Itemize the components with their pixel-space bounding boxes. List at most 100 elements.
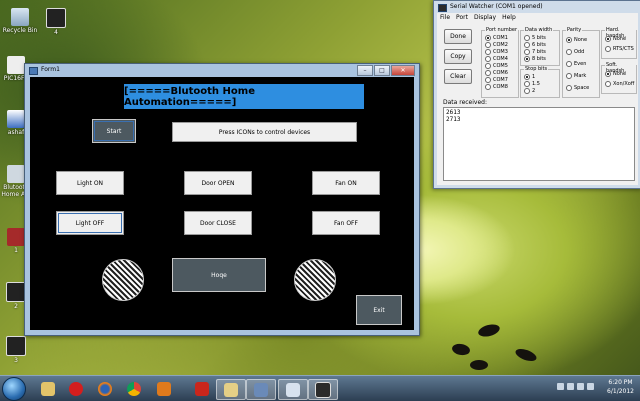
radio-icon	[485, 77, 491, 83]
radio-com3[interactable]: COM3	[485, 49, 508, 55]
exit-button[interactable]: Exit	[356, 295, 402, 325]
start-button[interactable]	[2, 377, 26, 401]
radio-parity-mark[interactable]: Mark	[566, 73, 586, 79]
media-player-icon	[157, 381, 171, 396]
light-off-button[interactable]: Light OFF	[56, 211, 124, 235]
radio-parity-even[interactable]: Even	[566, 61, 586, 67]
window-title: Form1	[41, 66, 60, 73]
taskbar-acrobat[interactable]	[188, 379, 216, 398]
radio-parity-none[interactable]: None	[566, 37, 587, 43]
taskbar-explorer[interactable]	[34, 379, 62, 398]
house-button[interactable]: Hoqe	[172, 258, 266, 292]
menu-port[interactable]: Port	[456, 13, 468, 22]
wallpaper-seed	[476, 322, 502, 339]
menu-file[interactable]: File	[440, 13, 450, 22]
radio-parity-space[interactable]: Space	[566, 85, 589, 91]
desktop-icon-label: 1	[14, 247, 18, 254]
radio-com5[interactable]: COM5	[485, 63, 508, 69]
desktop-icon-label: Recycle Bin	[2, 27, 38, 34]
radio-com4[interactable]: COM4	[485, 56, 508, 62]
radio-com1[interactable]: COM1	[485, 35, 508, 41]
taskbar-serial-watcher[interactable]	[308, 379, 338, 400]
radio-7bits[interactable]: 7 bits	[524, 49, 546, 55]
clock[interactable]: 6:20 PM 6/1/2012	[607, 378, 634, 396]
option-label: 1.5	[532, 81, 540, 87]
start-button[interactable]: Start	[92, 119, 136, 143]
desktop-icon-label: 3	[14, 357, 18, 364]
fan-off-button[interactable]: Fan OFF	[312, 211, 380, 235]
taskbar-chrome[interactable]	[120, 379, 148, 398]
radio-6bits[interactable]: 6 bits	[524, 42, 546, 48]
radio-soft-xonxoff[interactable]: Xon/Xoff	[605, 81, 634, 87]
wallpaper-seed	[451, 342, 471, 357]
data-line: 2613	[446, 109, 461, 116]
data-received-textbox[interactable]: 2613 2713	[443, 107, 635, 181]
radio-hard-rtscts[interactable]: RTS/CTS	[605, 46, 634, 52]
close-button[interactable]: ✕	[391, 65, 415, 76]
folder-icon	[7, 165, 25, 183]
radio-com2[interactable]: COM2	[485, 42, 508, 48]
option-label: COM2	[493, 42, 508, 48]
system-tray	[557, 383, 594, 390]
radio-icon	[524, 42, 530, 48]
option-label: Odd	[574, 49, 585, 55]
form-client-area: [=====Blutooth Home Automation=====] Sta…	[30, 77, 414, 330]
desktop-icon-4[interactable]: 4	[36, 8, 76, 36]
radio-selected-icon	[566, 37, 572, 43]
option-label: 5 bits	[532, 35, 546, 41]
radio-stop-1[interactable]: 1	[524, 74, 535, 80]
copy-button[interactable]: Copy	[444, 49, 472, 64]
radio-icon	[566, 73, 572, 79]
radio-soft-none[interactable]: None	[605, 71, 626, 77]
folder-icon	[41, 381, 55, 396]
radio-icon	[566, 49, 572, 55]
serial-titlebar[interactable]: Serial Watcher (COM1 opened)	[434, 1, 640, 13]
radio-com7[interactable]: COM7	[485, 77, 508, 83]
window-title: Serial Watcher (COM1 opened)	[450, 3, 543, 10]
taskbar-folder[interactable]	[216, 379, 246, 400]
radio-hard-none[interactable]: None	[605, 36, 626, 42]
radio-com6[interactable]: COM6	[485, 70, 508, 76]
hard-handshake-group: Hard. handsh. None RTS/CTS	[601, 27, 637, 59]
taskbar: 6:20 PM 6/1/2012	[0, 375, 640, 401]
menu-display[interactable]: Display	[474, 13, 496, 22]
desktop-icon-recycle-bin[interactable]: Recycle Bin	[0, 8, 40, 34]
option-label: COM8	[493, 84, 508, 90]
parity-group: Parity None Odd Even Mark Space	[562, 27, 600, 98]
form1-titlebar[interactable]: Form1 – □ ✕	[25, 64, 419, 76]
serial-app-icon	[438, 4, 447, 12]
app-banner: [=====Blutooth Home Automation=====]	[124, 84, 364, 109]
taskbar-opera[interactable]	[62, 379, 90, 398]
door-close-button[interactable]: Door CLOSE	[184, 211, 252, 235]
option-label: Xon/Xoff	[613, 81, 635, 87]
taskbar-firefox[interactable]	[91, 379, 119, 398]
volume-icon[interactable]	[577, 383, 584, 390]
radio-8bits[interactable]: 8 bits	[524, 56, 546, 62]
clear-button[interactable]: Clear	[444, 69, 472, 84]
maximize-button[interactable]: □	[374, 65, 390, 76]
taskbar-media-player[interactable]	[150, 379, 178, 398]
door-open-button[interactable]: Door OPEN	[184, 171, 252, 195]
radio-com8[interactable]: COM8	[485, 84, 508, 90]
fan-on-button[interactable]: Fan ON	[312, 171, 380, 195]
radio-stop-1-5[interactable]: 1.5	[524, 81, 540, 87]
taskbar-form1[interactable]	[278, 379, 308, 400]
desktop-icon-3[interactable]: 3	[0, 336, 36, 364]
radio-5bits[interactable]: 5 bits	[524, 35, 546, 41]
radio-parity-odd[interactable]: Odd	[566, 49, 584, 55]
option-label: 7 bits	[532, 49, 546, 55]
menu-help[interactable]: Help	[502, 13, 516, 22]
done-button[interactable]: Done	[444, 29, 472, 44]
tray-arrow-icon[interactable]	[557, 383, 564, 390]
stop-bits-group: Stop bits 1 1.5 2	[520, 66, 560, 98]
light-on-button[interactable]: Light ON	[56, 171, 124, 195]
pdf-icon	[195, 381, 209, 396]
radio-stop-2[interactable]: 2	[524, 88, 535, 94]
taskbar-vb[interactable]	[246, 379, 276, 400]
clock-time: 6:20 PM	[608, 379, 633, 386]
menu-bar: File Port Display Help	[437, 13, 638, 22]
recycle-bin-icon	[11, 8, 29, 26]
network-icon[interactable]	[567, 383, 574, 390]
minimize-button[interactable]: –	[357, 65, 373, 76]
flag-icon[interactable]	[587, 383, 594, 390]
